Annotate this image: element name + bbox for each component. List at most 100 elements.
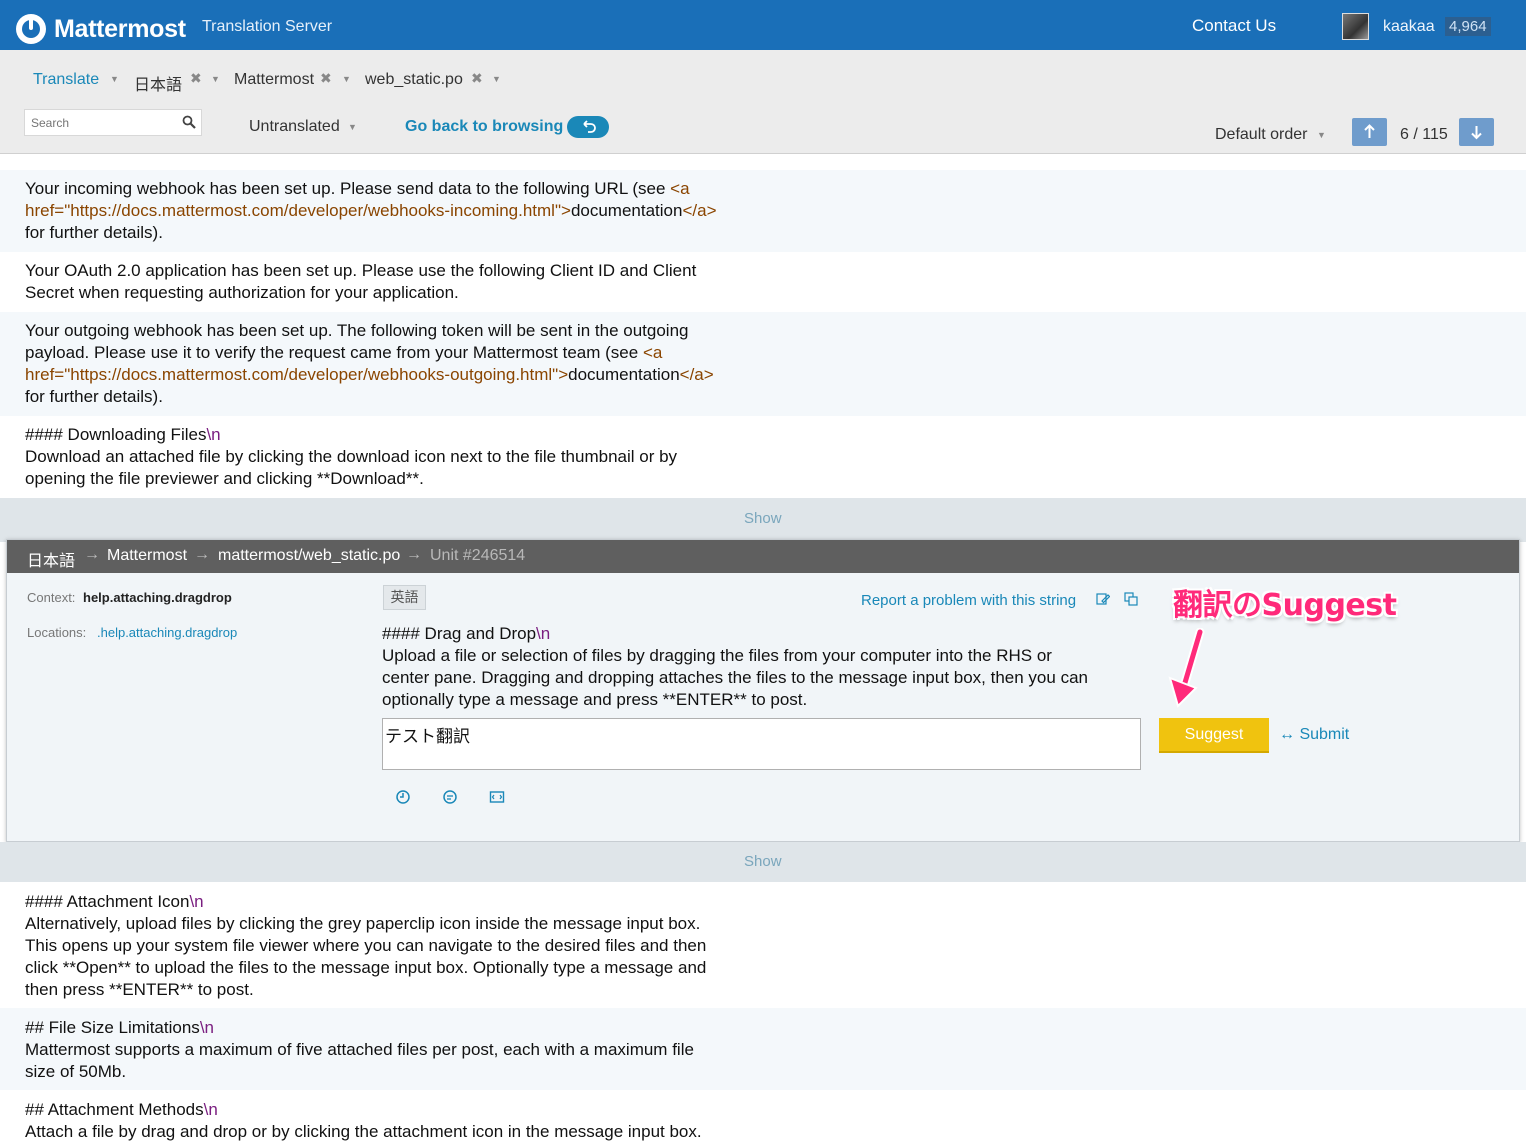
text-line: optionally type a message and press **EN… — [382, 689, 1152, 711]
swap-arrows-icon: ↔ — [1279, 726, 1295, 743]
text-segment: opening the file previewer and clicking … — [25, 469, 424, 488]
text-line: ## File Size Limitations\n — [25, 1017, 785, 1039]
text-line: href="https://docs.mattermost.com/develo… — [25, 364, 785, 386]
translation-field[interactable]: テスト翻訳 — [382, 718, 1141, 770]
translation-input[interactable]: テスト翻訳 — [383, 719, 1140, 769]
show-link[interactable]: Show — [744, 853, 782, 870]
html-tag-text: <a — [642, 343, 663, 362]
text-line: Your OAuth 2.0 application has been set … — [25, 260, 785, 282]
chevron-down-icon[interactable]: ▼ — [1317, 130, 1326, 140]
report-problem-link[interactable]: Report a problem with this string — [861, 592, 1076, 609]
mattermost-logo-icon — [16, 14, 46, 44]
chevron-down-icon[interactable]: ▼ — [348, 122, 357, 132]
history-icon[interactable] — [395, 789, 411, 805]
editor-breadcrumb-project[interactable]: Mattermost — [107, 547, 187, 565]
suggest-button[interactable]: Suggest — [1159, 718, 1269, 753]
text-segment: for further details). — [25, 223, 163, 242]
text-segment: #### Drag and Drop — [382, 624, 537, 643]
next-unit-button[interactable] — [1459, 118, 1494, 146]
text-line: Upload a file or selection of files by d… — [382, 645, 1152, 667]
breadcrumb-language[interactable]: 日本語 — [134, 71, 182, 95]
unit-row[interactable]: Your incoming webhook has been set up. P… — [0, 170, 1526, 252]
chevron-down-icon[interactable]: ▼ — [110, 74, 119, 84]
chevron-down-icon[interactable]: ▼ — [492, 74, 501, 84]
previous-unit-button[interactable] — [1352, 118, 1387, 146]
close-icon[interactable]: ✖ — [190, 70, 202, 87]
back-button[interactable] — [567, 116, 609, 138]
text-line: for further details). — [25, 222, 785, 244]
editor-breadcrumb-file[interactable]: mattermost/web_static.po — [218, 547, 400, 565]
search-box[interactable] — [24, 109, 202, 136]
logo[interactable]: Mattermost — [16, 14, 186, 44]
newline-escape: \n — [203, 1100, 218, 1119]
breadcrumb-file[interactable]: web_static.po — [365, 71, 463, 89]
text-line: Your outgoing webhook has been set up. T… — [25, 320, 785, 342]
text-segment: #### Downloading Files — [25, 425, 207, 444]
newline-escape: \n — [536, 624, 551, 643]
username[interactable]: kaakaa — [1383, 18, 1435, 36]
text-line: #### Drag and Drop\n — [382, 623, 1152, 645]
text-line: Alternatively, upload files by clicking … — [25, 913, 785, 935]
show-context-bar[interactable]: Show — [0, 498, 1526, 542]
chevron-down-icon[interactable]: ▼ — [211, 74, 220, 84]
show-link[interactable]: Show — [744, 510, 782, 527]
text-segment: Your incoming webhook has been set up. P… — [25, 179, 671, 198]
navigation-bar: Translate ▼ 日本語 ✖ ▼ Mattermost ✖ ▼ web_s… — [0, 50, 1526, 154]
html-tag-text: <a — [670, 179, 690, 198]
submit-link[interactable]: ↔ Submit — [1279, 726, 1349, 744]
back-to-browsing-link[interactable]: Go back to browsing — [405, 118, 563, 136]
breadcrumb-translate[interactable]: Translate — [33, 71, 99, 89]
source-text: #### Drag and Drop\n Upload a file or sel… — [382, 623, 1152, 711]
editor-breadcrumb-unit[interactable]: Unit #246514 — [430, 547, 525, 565]
text-line: center pane. Dragging and dropping attac… — [382, 667, 1152, 689]
newline-escape: \n — [199, 1018, 214, 1037]
text-segment: click **Open** to upload the files to th… — [25, 958, 707, 977]
close-icon[interactable]: ✖ — [471, 70, 483, 87]
text-line: for further details). — [25, 386, 785, 408]
text-line: #### Attachment Icon\n — [25, 891, 785, 913]
server-subtitle: Translation Server — [202, 18, 333, 35]
unit-row[interactable]: ## Attachment Methods\n Attach a file by … — [0, 1090, 1526, 1144]
avatar[interactable] — [1342, 13, 1369, 40]
text-segment: center pane. Dragging and dropping attac… — [382, 668, 1088, 687]
sort-order-dropdown[interactable]: Default order — [1215, 126, 1308, 144]
annotation-arrow-icon — [1168, 628, 1205, 708]
text-segment: size of 50Mb. — [25, 1062, 127, 1081]
text-line: then press **ENTER** to post. — [25, 979, 785, 1001]
filter-dropdown[interactable]: Untranslated — [249, 118, 340, 136]
unit-row[interactable]: Your outgoing webhook has been set up. T… — [0, 312, 1526, 416]
text-line: href="https://docs.mattermost.com/develo… — [25, 200, 785, 222]
text-line: #### Downloading Files\n — [25, 424, 785, 446]
unit-row[interactable]: #### Attachment Icon\n Alternatively, upl… — [0, 882, 1526, 1008]
text-line: This opens up your system file viewer wh… — [25, 935, 785, 957]
locations-value[interactable]: .help.attaching.dragdrop — [97, 625, 237, 640]
text-line: opening the file previewer and clicking … — [25, 468, 785, 490]
unit-row[interactable]: ## File Size Limitations\n Mattermost sup… — [0, 1008, 1526, 1090]
newline-escape: \n — [206, 425, 221, 444]
chevron-down-icon[interactable]: ▼ — [342, 74, 351, 84]
unit-row[interactable]: Your OAuth 2.0 application has been set … — [0, 252, 1526, 312]
show-context-bar[interactable]: Show — [0, 842, 1526, 882]
locations-label: Locations: — [27, 625, 87, 640]
text-line: Attach a file by drag and drop or by cli… — [25, 1121, 785, 1143]
edit-icon[interactable] — [1096, 592, 1110, 606]
arrow-up-icon — [1364, 124, 1375, 138]
text-line: ## Attachment Methods\n — [25, 1099, 785, 1121]
suggest-annotation: 翻訳のSuggest — [1173, 588, 1397, 623]
text-line: Mattermost supports a maximum of five at… — [25, 1039, 785, 1061]
source-language-tab[interactable]: 英語 — [383, 585, 426, 610]
search-input[interactable] — [25, 110, 175, 135]
top-header: Mattermost Translation Server Contact Us… — [0, 0, 1526, 50]
search-icon[interactable] — [182, 115, 196, 129]
breadcrumb-project[interactable]: Mattermost — [234, 71, 314, 89]
copy-icon[interactable] — [1124, 592, 1138, 606]
close-icon[interactable]: ✖ — [320, 70, 332, 87]
html-tag-text: </a> — [682, 201, 717, 220]
editor-breadcrumb-language[interactable]: 日本語 — [27, 547, 75, 571]
fullscreen-icon[interactable] — [489, 789, 505, 805]
unit-row[interactable]: #### Downloading Files\n Download an atta… — [0, 416, 1526, 498]
comment-icon[interactable] — [442, 789, 458, 805]
contact-us-link[interactable]: Contact Us — [1192, 16, 1276, 36]
newline-escape: \n — [189, 892, 204, 911]
text-segment: then press **ENTER** to post. — [25, 980, 254, 999]
